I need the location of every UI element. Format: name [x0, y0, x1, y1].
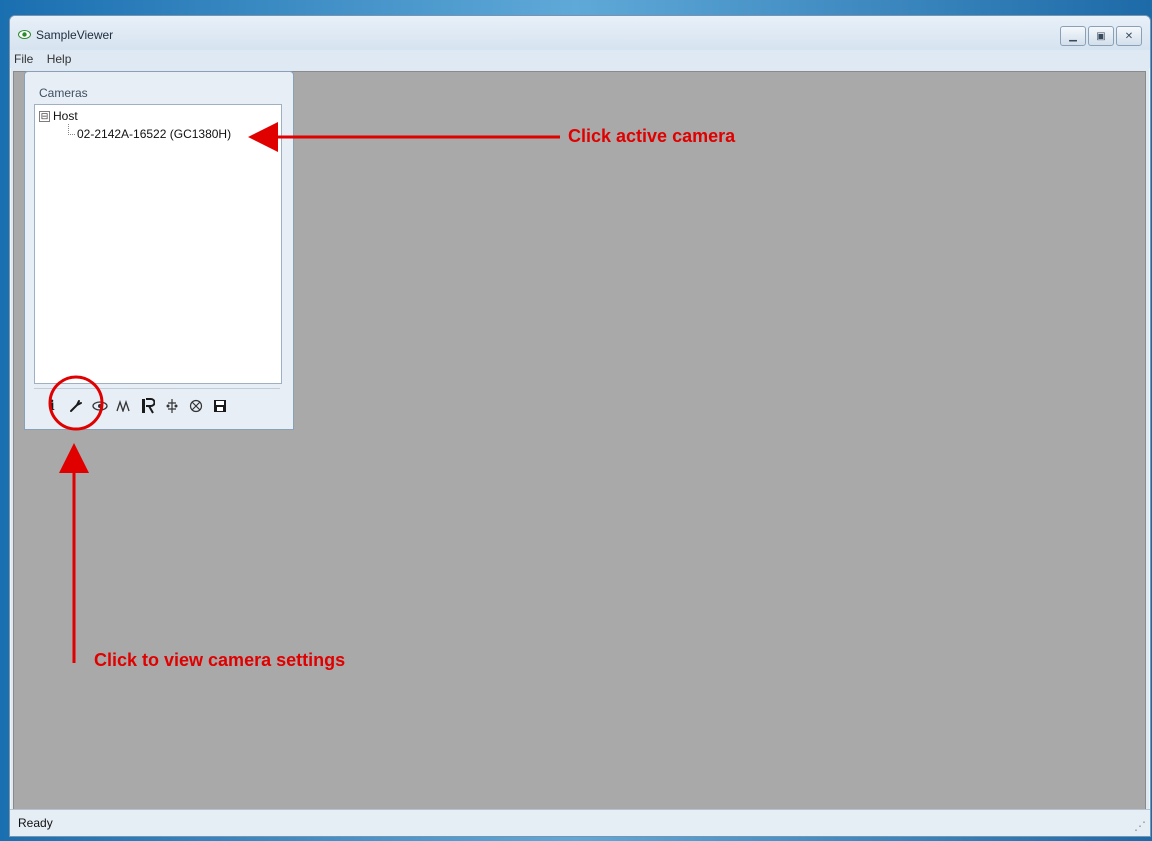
settings-highlight-circle	[48, 375, 104, 431]
active-camera-annotation: Click active camera	[568, 126, 736, 146]
settings-annotation: Click to view camera settings	[94, 650, 346, 670]
